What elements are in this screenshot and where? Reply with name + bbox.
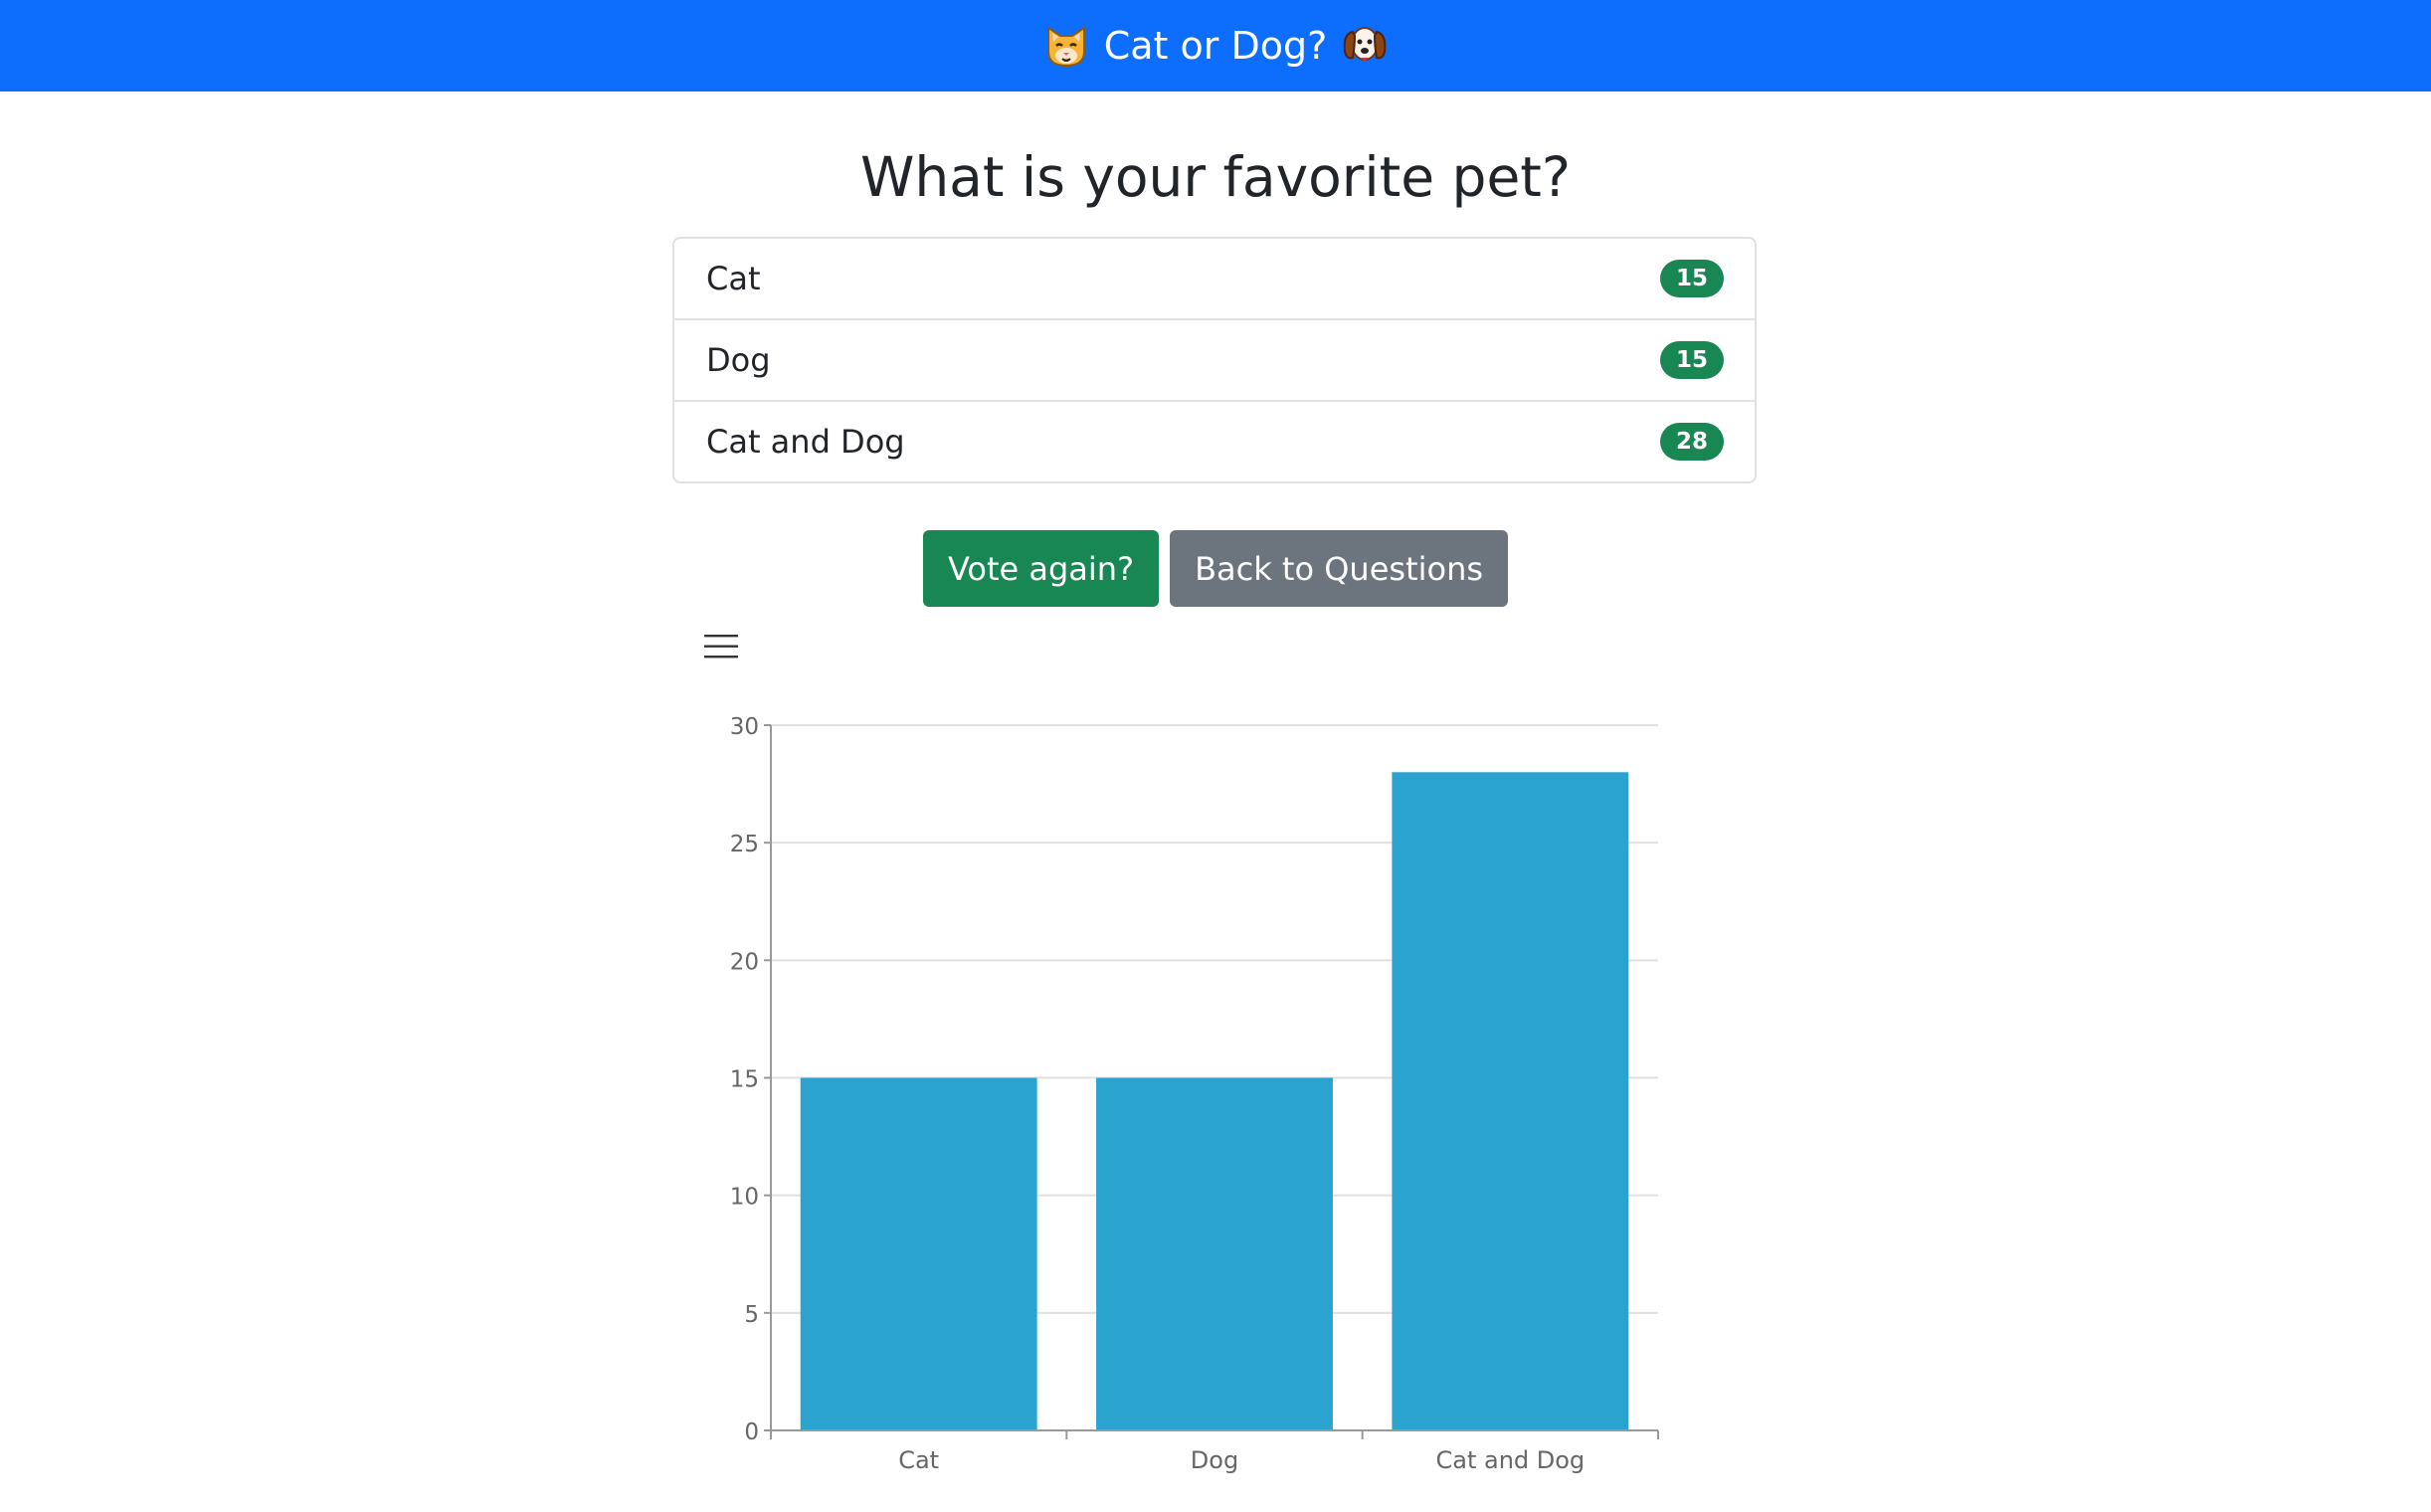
option-label: Cat and Dog [706, 423, 905, 461]
options-list: Cat 15 Dog 15 Cat and Dog 28 [672, 237, 1757, 483]
y-tick-label: 20 [730, 949, 759, 975]
bar-chart: 0 5 10 15 20 25 30 Cat Dog Cat and Dog [730, 714, 1659, 1474]
y-tick-label: 25 [730, 832, 759, 857]
question-title: What is your favorite pet? [859, 145, 1572, 209]
vote-count-badge: 15 [1659, 260, 1724, 297]
cat-emoji-icon [1046, 26, 1085, 68]
back-to-questions-button[interactable]: Back to Questions [1170, 530, 1509, 607]
option-item-dog: Dog 15 [674, 320, 1755, 402]
y-tick-label: 15 [730, 1067, 759, 1093]
x-tick-label: Dog [1191, 1446, 1238, 1474]
vote-count-badge: 28 [1659, 423, 1724, 461]
option-label: Cat [706, 260, 761, 297]
y-tick-label: 0 [744, 1419, 759, 1445]
action-buttons: Vote again? Back to Questions [0, 530, 2431, 607]
bar-cat-and-dog [1392, 772, 1629, 1430]
bar-dog [1096, 1077, 1333, 1430]
option-item-cat-and-dog: Cat and Dog 28 [674, 402, 1755, 481]
x-tick-label: Cat and Dog [1435, 1446, 1585, 1474]
option-label: Dog [706, 341, 771, 379]
y-tick-label: 10 [730, 1185, 759, 1211]
vote-again-button[interactable]: Vote again? [922, 530, 1160, 607]
navbar: Cat or Dog? [0, 0, 2431, 92]
navbar-brand[interactable]: Cat or Dog? [1042, 22, 1390, 70]
dog-emoji-icon [1343, 27, 1387, 61]
y-tick-label: 30 [730, 714, 759, 740]
vote-count-badge: 15 [1659, 341, 1724, 379]
x-tick-label: Cat [898, 1446, 939, 1474]
bar-cat [800, 1077, 1037, 1430]
option-item-cat: Cat 15 [674, 239, 1755, 320]
hamburger-menu-icon[interactable] [700, 629, 742, 664]
y-tick-label: 5 [744, 1302, 759, 1328]
navbar-title: Cat or Dog? [1103, 24, 1328, 68]
